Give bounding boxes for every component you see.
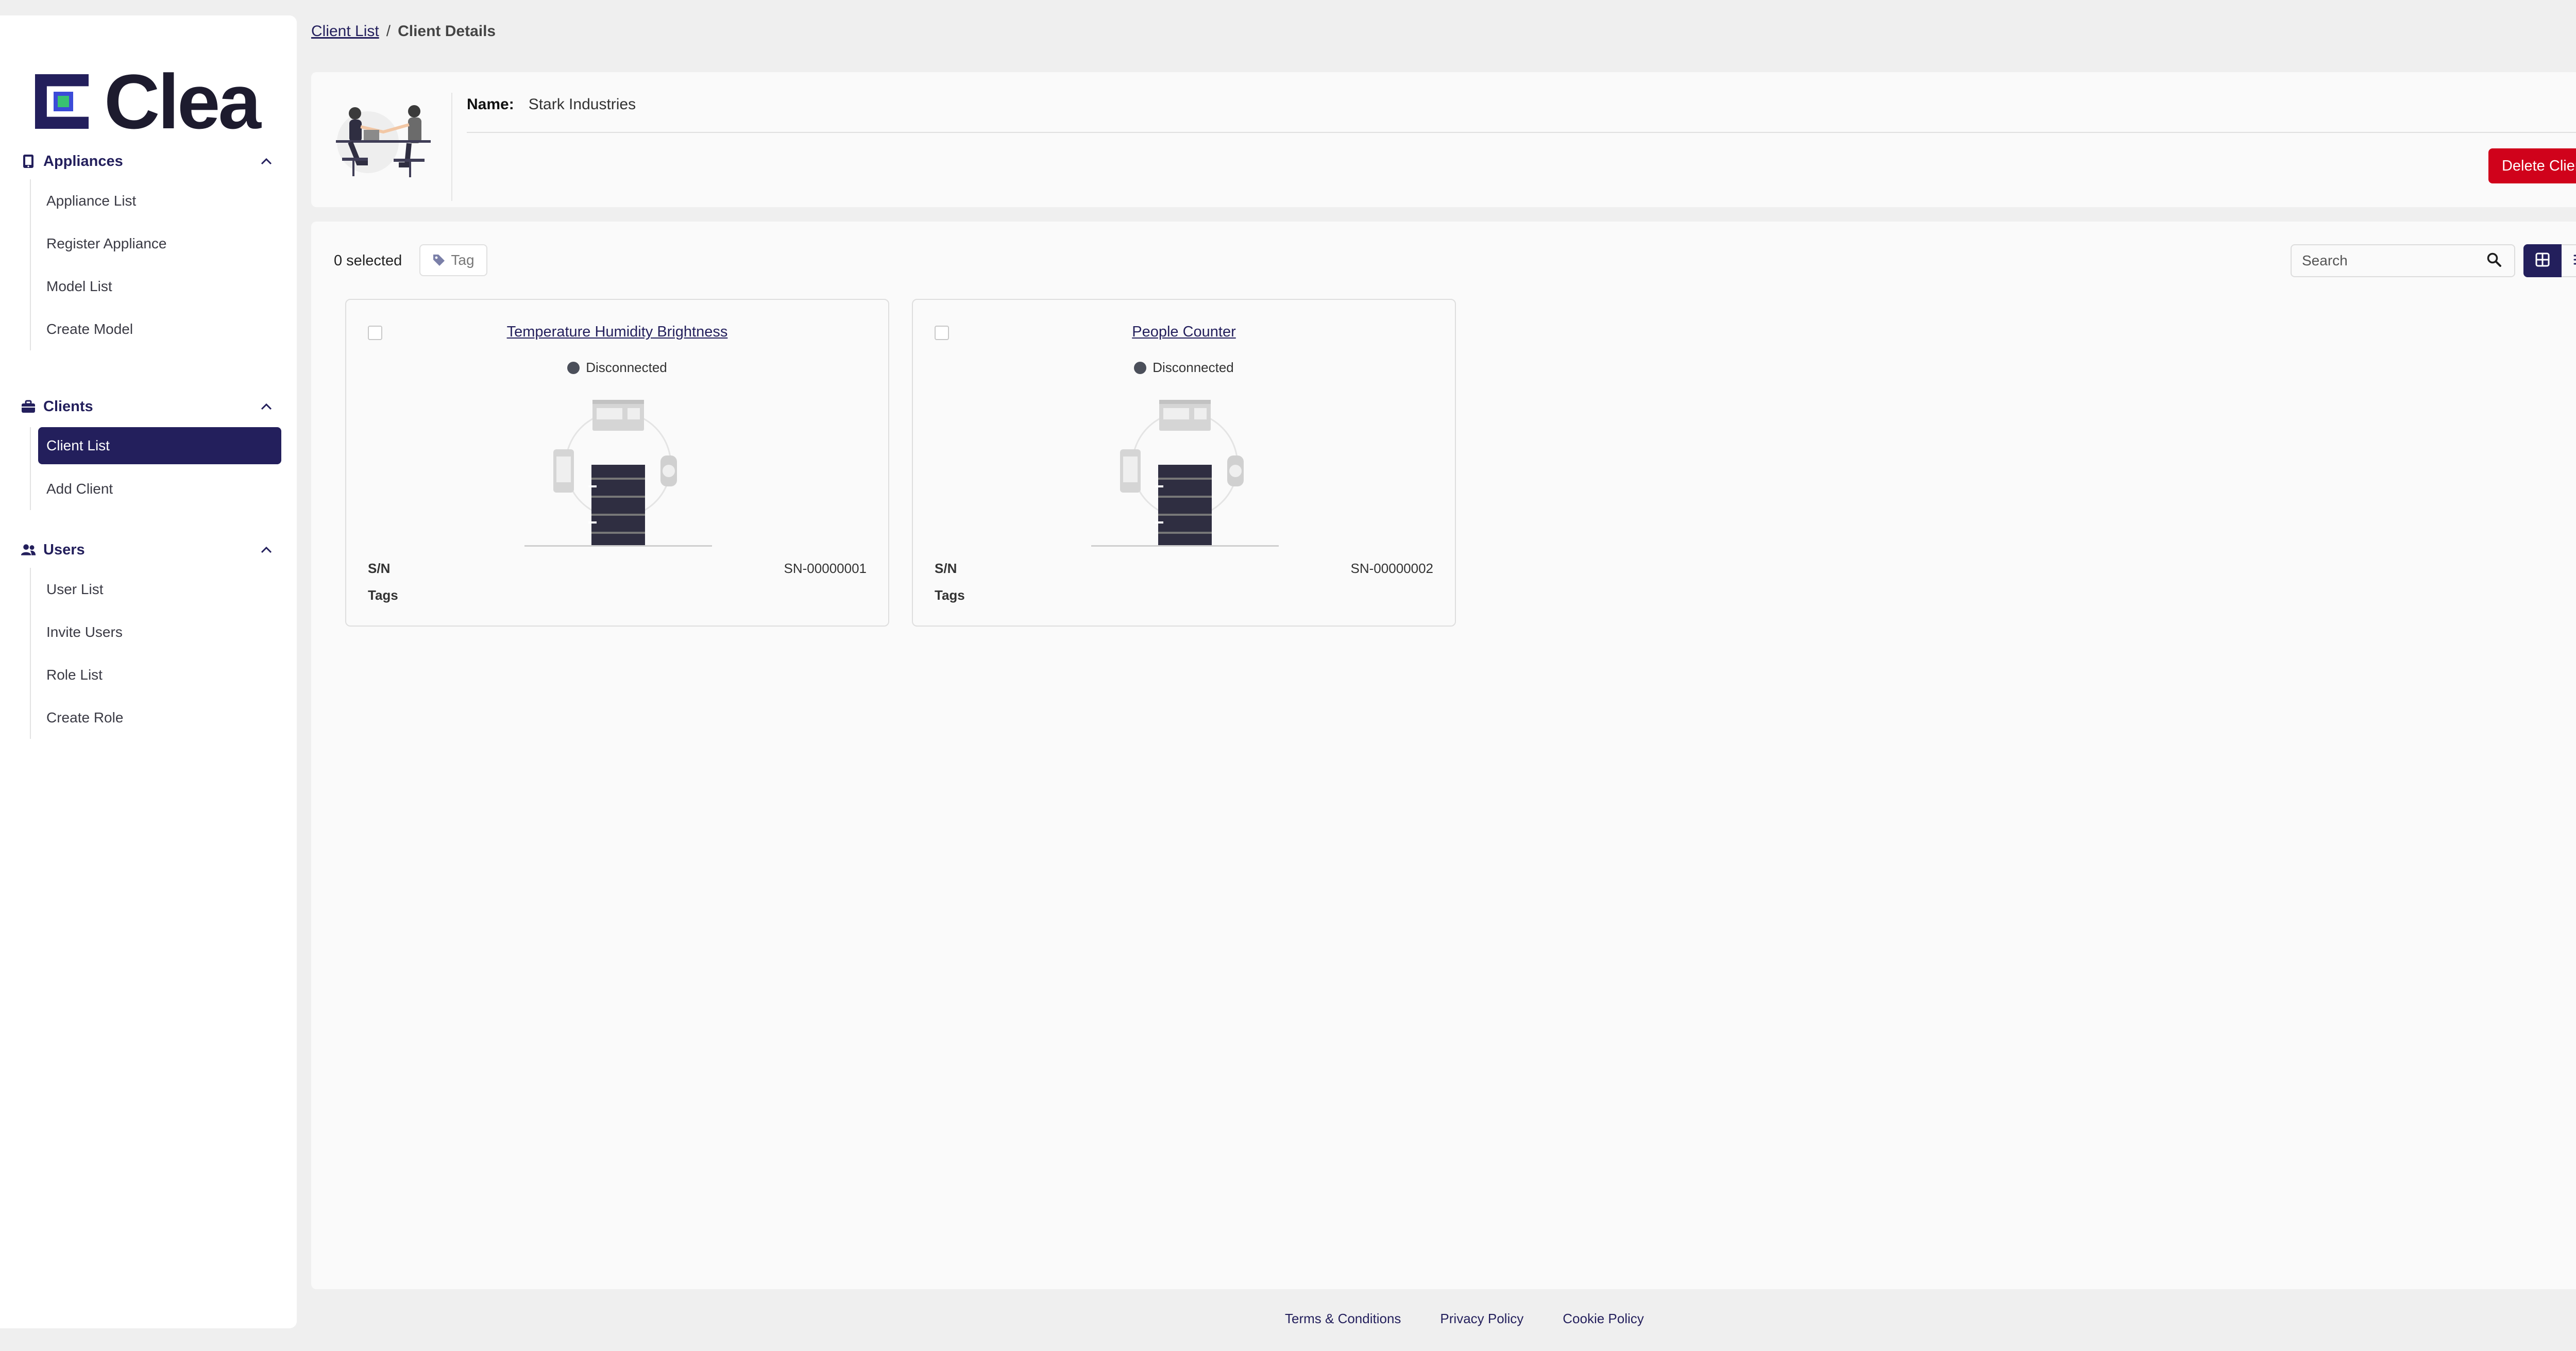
client-info-card: Name: Stark Industries Delete Client: [311, 72, 2576, 207]
client-name-row: Name: Stark Industries: [467, 96, 636, 113]
grid-icon: [2535, 252, 2550, 270]
tags-label: Tags: [935, 587, 965, 603]
breadcrumb-current: Client Details: [398, 23, 496, 40]
chevron-up-icon[interactable]: [259, 399, 274, 414]
users-icon: [21, 542, 36, 558]
grid-view-button[interactable]: [2523, 244, 2562, 277]
tag-button-label: Tag: [451, 252, 474, 268]
nav-header-label: Clients: [43, 398, 93, 415]
app-root: Clea Appliances Appliance List Register …: [0, 0, 2576, 1351]
nav-header-users[interactable]: Users: [0, 532, 297, 568]
device-title-link[interactable]: Temperature Humidity Brightness: [346, 324, 888, 341]
serial-number-value: SN-00000002: [1350, 561, 1433, 576]
logo-mark-icon: [35, 74, 89, 129]
device-card: People Counter Disconnected S/N SN-00000…: [912, 299, 1456, 627]
status-dot-icon: [1134, 361, 1147, 374]
nav-section-clients: Clients Client List Add Client: [0, 389, 297, 510]
nav-header-appliances[interactable]: Appliances: [0, 143, 297, 179]
tags-label: Tags: [368, 587, 398, 603]
devices-panel: 0 selected Tag Search Temperature Humidi…: [311, 222, 2576, 1289]
chevron-up-icon[interactable]: [259, 542, 274, 558]
device-card: Temperature Humidity Brightness Disconne…: [345, 299, 889, 627]
sidebar-item-model-list[interactable]: Model List: [31, 265, 297, 308]
status-dot-icon: [567, 361, 580, 374]
search-input[interactable]: [2292, 252, 2478, 269]
delete-client-button[interactable]: Delete Client: [2488, 148, 2576, 183]
search-icon[interactable]: [2486, 252, 2504, 269]
sidebar-item-client-list[interactable]: Client List: [38, 427, 281, 464]
nav-items-clients: Client List Add Client: [30, 427, 297, 510]
nav-header-clients[interactable]: Clients: [0, 389, 297, 425]
logo-text: Clea: [104, 58, 261, 145]
serial-number-label: S/N: [935, 561, 957, 576]
device-title-link[interactable]: People Counter: [913, 324, 1455, 341]
device-status: Disconnected: [913, 360, 1455, 376]
breadcrumb-separator: /: [386, 23, 391, 40]
sidebar-item-create-model[interactable]: Create Model: [31, 308, 297, 350]
serial-number-label: S/N: [368, 561, 391, 576]
sidebar-item-add-client[interactable]: Add Client: [31, 467, 297, 510]
sidebar-item-user-list[interactable]: User List: [31, 568, 297, 611]
logo[interactable]: Clea: [35, 58, 261, 145]
device-status-label: Disconnected: [586, 360, 667, 375]
sidebar-item-create-role[interactable]: Create Role: [31, 696, 297, 739]
breadcrumb: Client List / Client Details: [311, 23, 496, 40]
breadcrumb-link-client-list[interactable]: Client List: [311, 23, 379, 40]
device-status-label: Disconnected: [1153, 360, 1234, 375]
sidebar-item-appliance-list[interactable]: Appliance List: [31, 179, 297, 222]
footer-link-cookie[interactable]: Cookie Policy: [1563, 1311, 1644, 1327]
client-name-label: Name:: [467, 96, 514, 113]
chevron-up-icon[interactable]: [259, 154, 274, 169]
selected-count: 0 selected: [334, 252, 402, 269]
server-devices-illustration: [1091, 393, 1279, 547]
nav-section-appliances: Appliances Appliance List Register Appli…: [0, 143, 297, 350]
sidebar-item-invite-users[interactable]: Invite Users: [31, 611, 297, 653]
nav-items-users: User List Invite Users Role List Create …: [30, 568, 297, 739]
list-icon: [2573, 254, 2576, 268]
device-status: Disconnected: [346, 360, 888, 376]
list-view-button[interactable]: [2562, 244, 2576, 277]
tag-icon: [432, 254, 446, 267]
client-name-value: Stark Industries: [528, 96, 636, 113]
tag-button[interactable]: Tag: [419, 244, 487, 276]
server-devices-illustration: [524, 393, 712, 547]
search-field: [2291, 244, 2515, 277]
divider: [467, 132, 2576, 133]
view-toggle: [2523, 244, 2576, 277]
tablet-icon: [21, 154, 36, 169]
nav-section-users: Users User List Invite Users Role List C…: [0, 532, 297, 739]
divider: [451, 93, 452, 201]
handshake-illustration: [332, 93, 435, 188]
briefcase-icon: [21, 399, 36, 414]
footer-links: Terms & Conditions Privacy Policy Cookie…: [1285, 1311, 1683, 1327]
nav-items-appliances: Appliance List Register Appliance Model …: [30, 179, 297, 350]
sidebar-item-role-list[interactable]: Role List: [31, 653, 297, 696]
sidebar-item-register-appliance[interactable]: Register Appliance: [31, 222, 297, 265]
footer-link-privacy[interactable]: Privacy Policy: [1440, 1311, 1523, 1327]
nav-header-label: Users: [43, 541, 85, 558]
sidebar: Clea Appliances Appliance List Register …: [0, 15, 297, 1328]
footer-link-terms[interactable]: Terms & Conditions: [1285, 1311, 1401, 1327]
nav-header-label: Appliances: [43, 153, 123, 170]
serial-number-value: SN-00000001: [784, 561, 867, 576]
